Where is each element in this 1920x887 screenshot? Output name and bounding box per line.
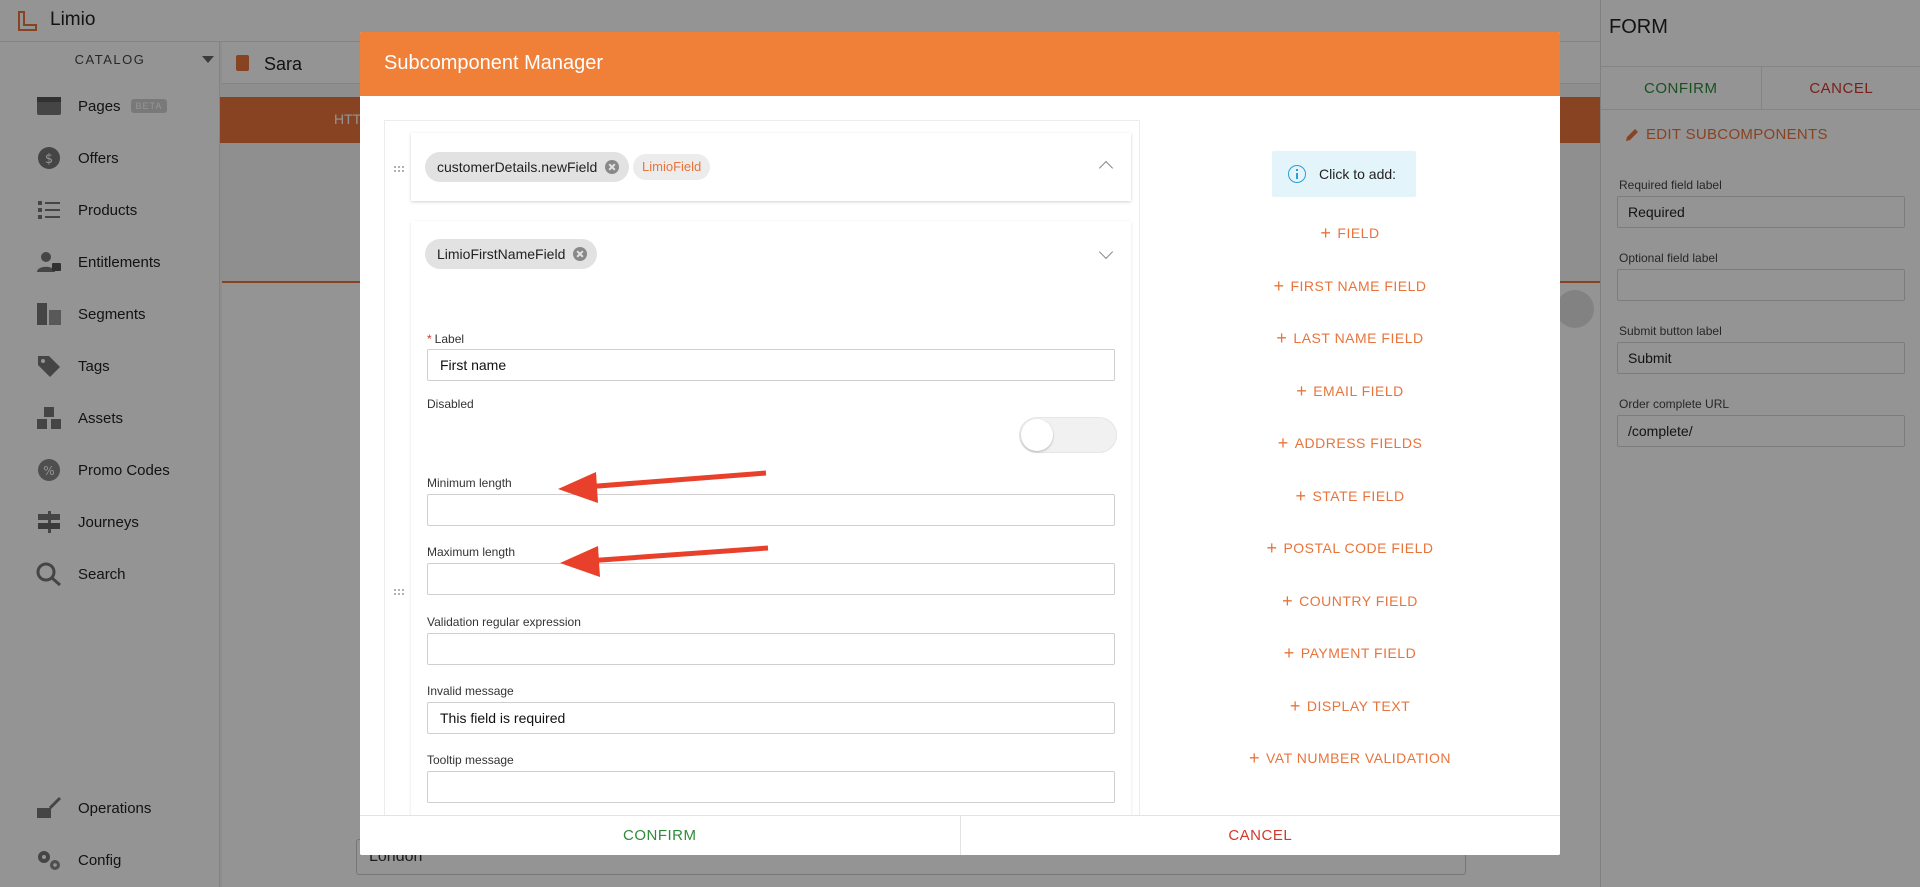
annotation-arrow <box>558 470 767 503</box>
annotation-arrow <box>560 545 769 577</box>
annotation-arrows <box>558 470 769 577</box>
